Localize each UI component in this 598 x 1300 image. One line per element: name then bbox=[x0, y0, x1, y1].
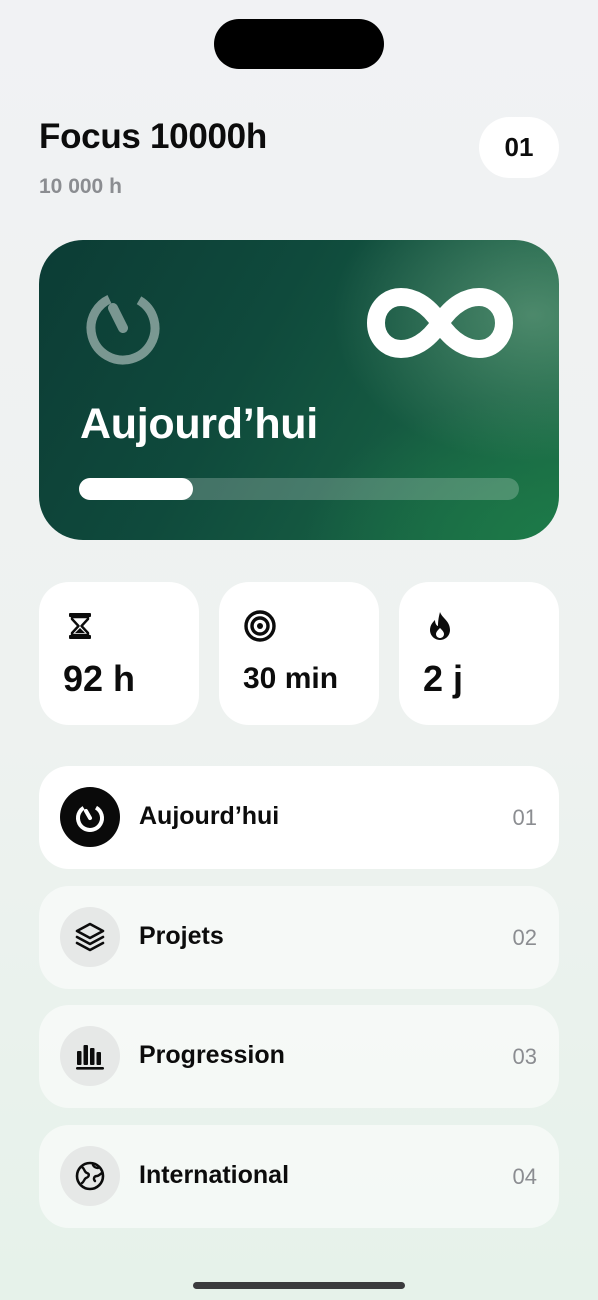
page-subtitle: 10 000 h bbox=[39, 175, 122, 198]
stat-value: 2 j bbox=[423, 658, 464, 699]
menu-item-label: Aujourd’hui bbox=[139, 802, 280, 830]
page-title: Focus 10000h bbox=[39, 117, 267, 156]
stat-card-daily-goal[interactable]: 30 min bbox=[219, 582, 379, 725]
stat-value: 92 h bbox=[63, 658, 136, 699]
menu-item-number: 04 bbox=[512, 1164, 537, 1189]
infinity-icon bbox=[367, 288, 513, 358]
daily-progress-fill bbox=[79, 478, 194, 500]
stat-value: 30 min bbox=[243, 662, 339, 695]
hero-label: Aujourd’hui bbox=[80, 400, 318, 448]
layers-icon bbox=[75, 922, 105, 952]
menu-item-progression[interactable]: Progression 03 bbox=[39, 1005, 559, 1108]
menu-item-label: Progression bbox=[139, 1041, 285, 1069]
menu-icon-circle bbox=[60, 787, 120, 847]
menu-item-label: Projets bbox=[139, 922, 224, 950]
stat-card-streak[interactable]: 2 j bbox=[399, 582, 559, 725]
flame-icon bbox=[430, 612, 450, 640]
menu-item-international[interactable]: International 04 bbox=[39, 1125, 559, 1228]
menu-item-number: 02 bbox=[512, 925, 537, 950]
today-hero-card[interactable]: Aujourd’hui bbox=[39, 240, 559, 540]
menu-icon-circle bbox=[60, 1146, 120, 1206]
menu-icon-circle bbox=[60, 1026, 120, 1086]
menu-item-number: 03 bbox=[512, 1044, 537, 1069]
dynamic-island bbox=[214, 19, 384, 69]
timer-icon bbox=[86, 291, 160, 365]
target-icon bbox=[244, 610, 276, 642]
stat-card-total-hours[interactable]: 92 h bbox=[39, 582, 199, 725]
menu-item-projects[interactable]: Projets 02 bbox=[39, 886, 559, 989]
hourglass-icon bbox=[69, 613, 91, 639]
bar-chart-icon bbox=[76, 1045, 104, 1070]
timer-icon bbox=[76, 804, 104, 832]
counter-badge[interactable]: 01 bbox=[479, 117, 559, 178]
menu-icon-circle bbox=[60, 907, 120, 967]
menu-item-label: International bbox=[139, 1161, 290, 1189]
menu-item-number: 01 bbox=[512, 805, 537, 830]
daily-progress-bar bbox=[79, 478, 519, 500]
menu-item-today[interactable]: Aujourd’hui 01 bbox=[39, 766, 559, 869]
home-indicator[interactable] bbox=[193, 1282, 405, 1289]
globe-icon bbox=[75, 1161, 105, 1191]
